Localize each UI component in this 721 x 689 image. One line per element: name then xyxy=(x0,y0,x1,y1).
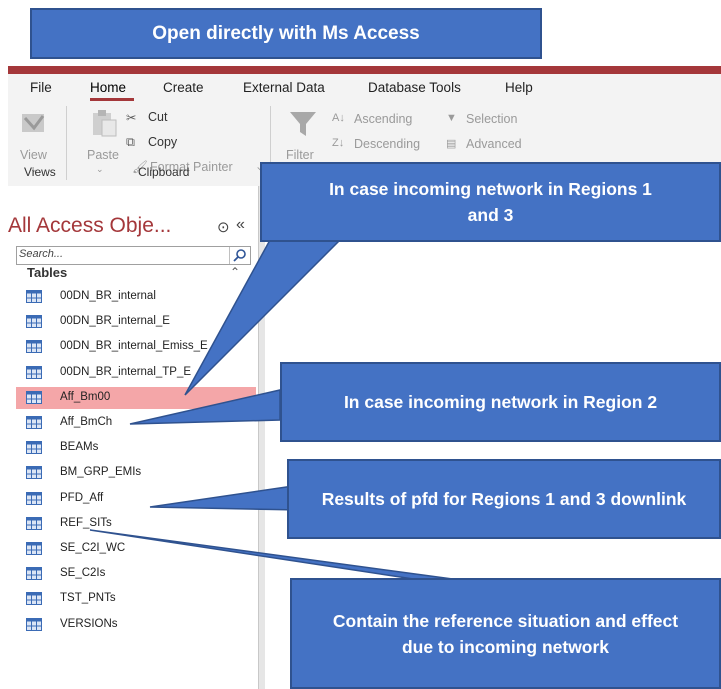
callout-region-2: In case incoming network in Region 2 xyxy=(280,362,721,442)
callout-text: Results of pfd for Regions 1 and 3 downl… xyxy=(321,489,687,509)
callout-text: In case incoming network in Region 2 xyxy=(343,392,658,412)
callout-text: In case incoming network in Regions 1 an… xyxy=(329,179,652,225)
callout-text: Contain the reference situation and effe… xyxy=(332,610,679,657)
callout-regions-1-3: In case incoming network in Regions 1 an… xyxy=(260,162,721,242)
callout-reference-situation: Contain the reference situation and effe… xyxy=(290,578,721,689)
callout-2-pointer xyxy=(129,389,281,425)
callout-3-pointer xyxy=(149,484,301,511)
callout-pfd-results: Results of pfd for Regions 1 and 3 downl… xyxy=(287,459,721,539)
